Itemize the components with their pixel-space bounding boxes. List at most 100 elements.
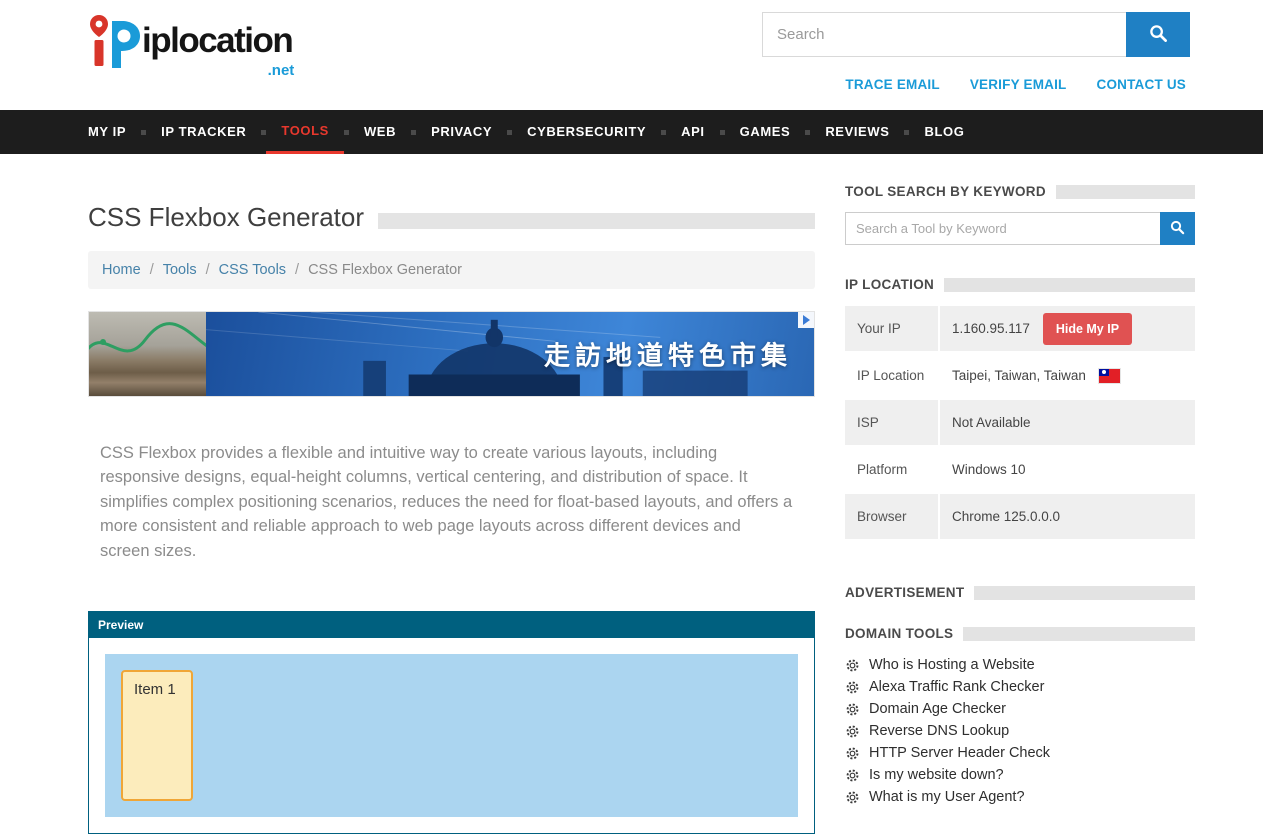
domain-tools-heading: DOMAIN TOOLS [845,626,953,641]
heading-decoration-bar [974,586,1195,600]
nav-item-blog[interactable]: BLOG [909,110,979,154]
heading-decoration-bar [944,278,1195,292]
trace-email-link[interactable]: TRACE EMAIL [845,77,939,92]
ad-banner-photo [89,312,206,396]
list-item-http-header[interactable]: HTTP Server Header Check [845,742,1195,764]
header-quick-links: TRACE EMAIL VERIFY EMAIL CONTACT US [845,77,1186,92]
breadcrumb-current-page: CSS Flexbox Generator [308,262,462,278]
list-item-reverse-dns[interactable]: Reverse DNS Lookup [845,720,1195,742]
gear-icon [845,790,860,805]
breadcrumb-home[interactable]: Home [102,262,141,278]
gear-icon [845,702,860,717]
contact-us-link[interactable]: CONTACT US [1097,77,1187,92]
flexbox-preview-item: Item 1 [121,670,193,801]
site-logo[interactable]: iplocation.net [88,12,292,72]
ad-caption-text: 走訪地道特色市集 [544,336,792,373]
title-decoration-bar [378,213,815,229]
list-item-user-agent[interactable]: What is my User Agent? [845,786,1195,808]
row-label: ISP [845,400,940,445]
list-item-label: What is my User Agent? [869,789,1025,805]
ad-banner-creative: 走訪地道特色市集 [206,312,814,396]
site-search-button[interactable] [1126,12,1190,57]
nav-item-cybersecurity[interactable]: CYBERSECURITY [512,110,661,154]
flexbox-preview-container: Item 1 [105,654,798,817]
breadcrumb: Home / Tools / CSS Tools / CSS Flexbox G… [88,251,815,289]
preview-panel-body: Item 1 [89,638,814,833]
page: iplocation.net TRACE EMAIL VERIFY EMAIL … [0,0,1263,840]
list-item-alexa-rank[interactable]: Alexa Traffic Rank Checker [845,676,1195,698]
nav-item-my-ip[interactable]: MY IP [88,110,141,154]
nav-item-privacy[interactable]: PRIVACY [416,110,507,154]
hide-my-ip-button[interactable]: Hide My IP [1043,313,1132,345]
gear-icon [845,768,860,783]
site-search-form [762,12,1190,57]
logo-text: iplocation.net [142,12,292,70]
list-item-label: Reverse DNS Lookup [869,723,1009,739]
nav-item-api[interactable]: API [666,110,719,154]
taiwan-flag-icon [1099,369,1120,383]
list-item-label: HTTP Server Header Check [869,745,1050,761]
site-header: iplocation.net TRACE EMAIL VERIFY EMAIL … [0,0,1263,110]
ip-location-heading: IP LOCATION [845,277,934,292]
list-item-domain-age[interactable]: Domain Age Checker [845,698,1195,720]
row-label: IP Location [845,353,940,398]
table-row-isp: ISP Not Available [845,400,1195,447]
gear-icon [845,658,860,673]
preview-panel-header: Preview [89,612,814,638]
table-row-ip-location: IP Location Taipei, Taiwan, Taiwan [845,353,1195,400]
domain-tools-list: Who is Hosting a Website Alexa Traffic R… [845,654,1195,808]
list-item-label: Who is Hosting a Website [869,657,1035,673]
ad-choices-icon[interactable] [798,312,814,328]
heading-decoration-bar [963,627,1195,641]
site-search-input[interactable] [762,12,1126,57]
row-label: Browser [845,494,940,539]
tool-description: CSS Flexbox provides a flexible and intu… [88,441,794,563]
breadcrumb-css-tools[interactable]: CSS Tools [219,262,286,278]
browser-value: Chrome 125.0.0.0 [952,509,1060,524]
search-icon [1149,24,1168,46]
gear-icon [845,680,860,695]
page-title: CSS Flexbox Generator [88,202,364,233]
row-label: Your IP [845,306,940,351]
list-item-who-is-hosting[interactable]: Who is Hosting a Website [845,654,1195,676]
list-item-label: Is my website down? [869,767,1004,783]
tool-search-input[interactable] [845,212,1160,245]
logo-pin-icon [88,12,140,72]
heading-decoration-bar [1056,185,1195,199]
nav-item-ip-tracker[interactable]: IP TRACKER [146,110,261,154]
isp-value: Not Available [952,415,1031,430]
verify-email-link[interactable]: VERIFY EMAIL [970,77,1067,92]
search-icon [1170,220,1185,238]
platform-value: Windows 10 [952,462,1026,477]
row-label: Platform [845,447,940,492]
breadcrumb-separator: / [206,262,210,278]
tool-search-heading: TOOL SEARCH BY KEYWORD [845,184,1046,199]
table-row-your-ip: Your IP 1.160.95.117 Hide My IP [845,306,1195,353]
gear-icon [845,724,860,739]
breadcrumb-tools[interactable]: Tools [163,262,197,278]
main-nav: MY IP IP TRACKER TOOLS WEB PRIVACY CYBER… [0,110,1263,154]
list-item-label: Alexa Traffic Rank Checker [869,679,1044,695]
table-row-platform: Platform Windows 10 [845,447,1195,494]
table-row-browser: Browser Chrome 125.0.0.0 [845,494,1195,541]
main-column: CSS Flexbox Generator Home / Tools / CSS… [88,154,815,834]
advertisement-heading: ADVERTISEMENT [845,585,964,600]
list-item-website-down[interactable]: Is my website down? [845,764,1195,786]
ip-location-value: Taipei, Taiwan, Taiwan [952,368,1086,383]
sidebar: TOOL SEARCH BY KEYWORD IP LOCATION [845,154,1195,834]
breadcrumb-separator: / [295,262,299,278]
list-item-label: Domain Age Checker [869,701,1006,717]
logo-net-suffix: .net [268,63,295,78]
nav-item-games[interactable]: GAMES [725,110,806,154]
tool-search-form [845,212,1195,245]
ad-banner[interactable]: 走訪地道特色市集 [88,311,815,397]
nav-item-web[interactable]: WEB [349,110,411,154]
preview-panel: Preview Item 1 [88,611,815,834]
nav-item-tools[interactable]: TOOLS [266,110,344,154]
breadcrumb-separator: / [150,262,154,278]
tool-search-button[interactable] [1160,212,1195,245]
gear-icon [845,746,860,761]
ip-info-table: Your IP 1.160.95.117 Hide My IP IP Locat… [845,306,1195,541]
your-ip-value: 1.160.95.117 [952,321,1030,336]
nav-item-reviews[interactable]: REVIEWS [810,110,904,154]
